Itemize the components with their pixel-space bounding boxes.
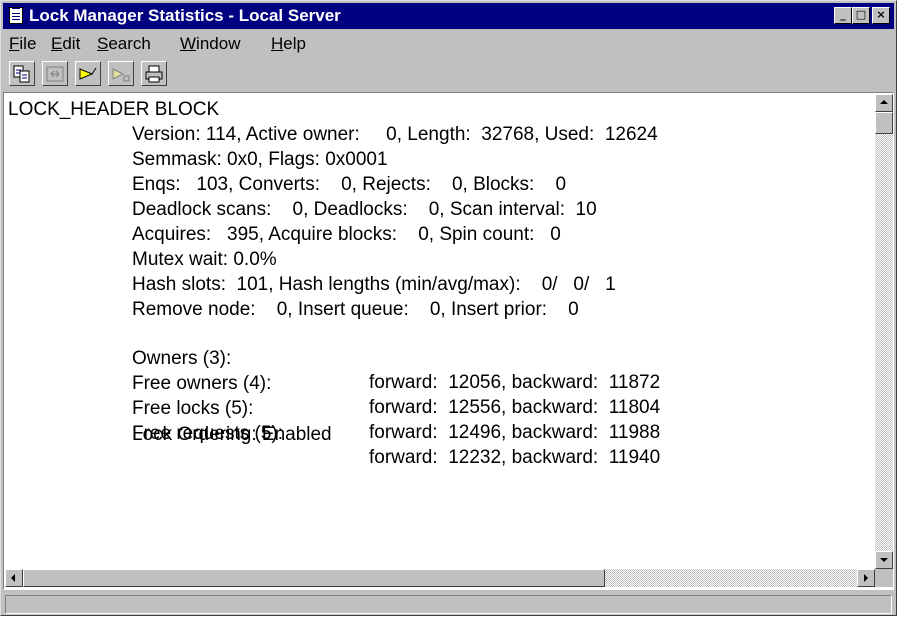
arrow-right-icon bbox=[864, 574, 868, 582]
menu-search[interactable]: Search bbox=[97, 34, 151, 54]
scroll-right-button[interactable] bbox=[857, 569, 875, 587]
block-header: LOCK_HEADER BLOCK bbox=[8, 99, 220, 120]
toolbar bbox=[3, 57, 894, 91]
stat-line: Acquires: 395, Acquire blocks: 0, Spin c… bbox=[132, 224, 561, 245]
copy-paste-button[interactable] bbox=[9, 61, 35, 86]
maximize-button[interactable]: □ bbox=[852, 7, 870, 24]
find-next-icon bbox=[112, 68, 130, 82]
horizontal-scroll-thumb[interactable] bbox=[23, 569, 605, 587]
find-button[interactable] bbox=[75, 61, 101, 86]
scroll-left-button[interactable] bbox=[5, 569, 23, 587]
copy-paste-icon bbox=[13, 65, 30, 83]
arrow-left-icon bbox=[11, 574, 15, 582]
stat-line: Enqs: 103, Converts: 0, Rejects: 0, Bloc… bbox=[132, 174, 567, 195]
queue-links: forward: 12232, backward: 11940 bbox=[369, 447, 661, 468]
close-button[interactable]: × bbox=[872, 7, 890, 24]
vertical-scrollbar[interactable] bbox=[875, 94, 893, 569]
horizontal-scrollbar[interactable] bbox=[5, 569, 875, 587]
text-view: LOCK_HEADER BLOCK Version: 114, Active o… bbox=[3, 92, 894, 590]
stat-line: Remove node: 0, Insert queue: 0, Insert … bbox=[132, 299, 579, 320]
split-button[interactable] bbox=[42, 61, 68, 86]
find-icon bbox=[79, 67, 97, 80]
scrollbar-corner bbox=[875, 569, 893, 587]
arrow-down-icon bbox=[880, 558, 888, 562]
menu-help[interactable]: Help bbox=[271, 34, 306, 54]
minimize-button[interactable]: _ bbox=[834, 7, 852, 24]
split-icon bbox=[46, 66, 64, 82]
stat-line: Mutex wait: 0.0% bbox=[132, 249, 277, 270]
menu-bar: File Edit Search Window Help bbox=[3, 31, 894, 55]
status-bar bbox=[5, 595, 892, 614]
menu-edit[interactable]: Edit bbox=[51, 34, 80, 54]
menu-file[interactable]: File bbox=[9, 34, 36, 54]
vertical-scroll-thumb[interactable] bbox=[875, 112, 893, 134]
lock-ordering: Lock Ordering: Enabled bbox=[132, 424, 332, 445]
app-window: Lock Manager Statistics - Local Server _… bbox=[0, 0, 897, 616]
stat-line: Semmask: 0x0, Flags: 0x0001 bbox=[132, 149, 388, 170]
stat-line: Hash slots: 101, Hash lengths (min/avg/m… bbox=[132, 274, 616, 295]
statistics-text[interactable]: LOCK_HEADER BLOCK Version: 114, Active o… bbox=[5, 94, 875, 569]
menu-window[interactable]: Window bbox=[180, 34, 240, 54]
title-bar[interactable]: Lock Manager Statistics - Local Server _… bbox=[3, 3, 894, 29]
print-button[interactable] bbox=[141, 61, 167, 86]
arrow-up-icon bbox=[880, 100, 888, 104]
window-title: Lock Manager Statistics - Local Server bbox=[29, 6, 341, 25]
document-icon[interactable] bbox=[9, 7, 23, 24]
scroll-up-button[interactable] bbox=[875, 94, 893, 112]
find-next-button[interactable] bbox=[108, 61, 134, 86]
scroll-down-button[interactable] bbox=[875, 551, 893, 569]
stat-line: Deadlock scans: 0, Deadlocks: 0, Scan in… bbox=[132, 199, 597, 220]
stat-line: Version: 114, Active owner: 0, Length: 3… bbox=[132, 124, 658, 145]
print-icon bbox=[145, 65, 163, 83]
